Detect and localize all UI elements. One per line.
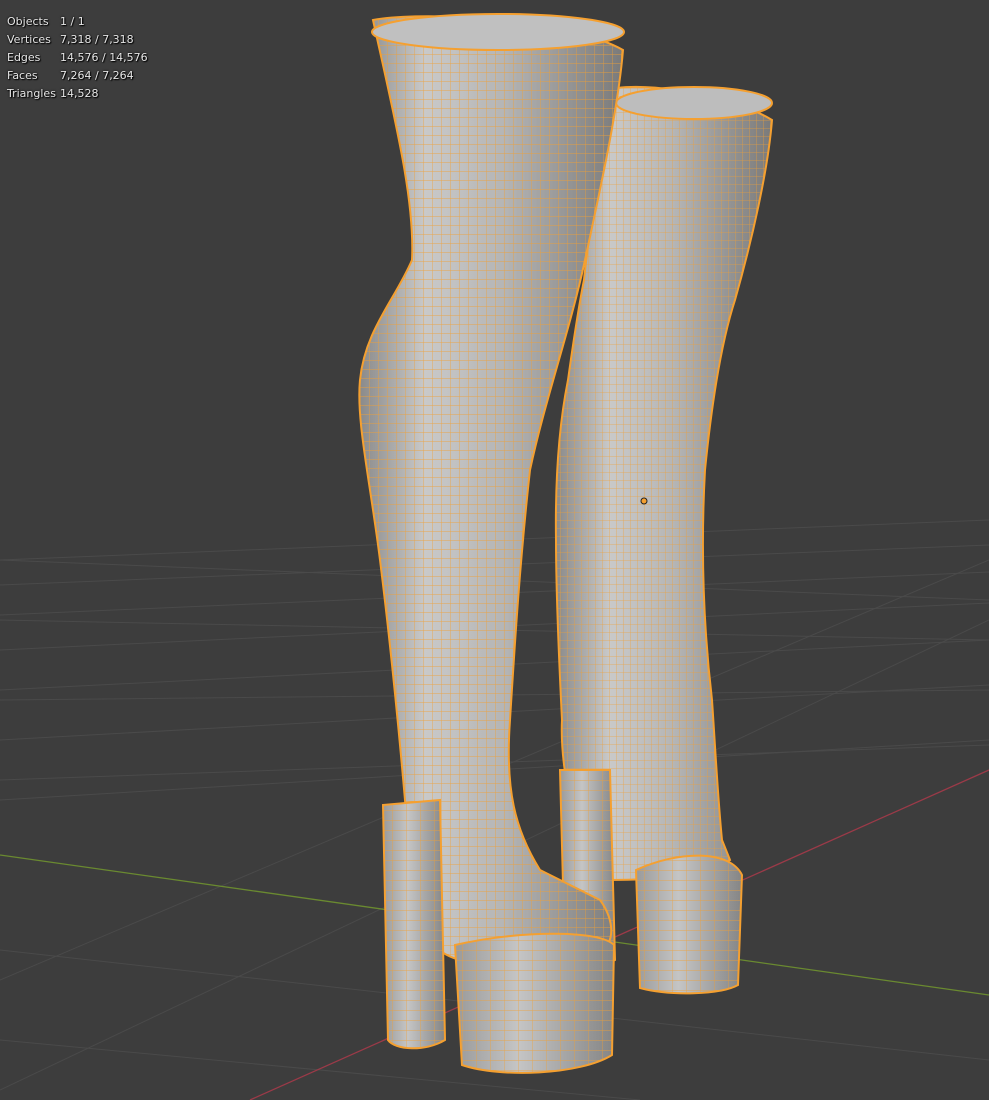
- stat-label: Vertices: [7, 33, 51, 46]
- stat-row-triangles: Triangles 14,528: [7, 85, 148, 103]
- stat-value: 7,318 / 7,318: [60, 33, 134, 46]
- 3d-viewport[interactable]: Objects 1 / 1 Vertices 7,318 / 7,318 Edg…: [0, 0, 989, 1100]
- stat-value: 7,264 / 7,264: [60, 69, 134, 82]
- stat-value: 14,528: [60, 87, 99, 100]
- statistics-overlay: Objects 1 / 1 Vertices 7,318 / 7,318 Edg…: [7, 13, 148, 103]
- stat-row-objects: Objects 1 / 1: [7, 13, 148, 31]
- stat-row-vertices: Vertices 7,318 / 7,318: [7, 31, 148, 49]
- stat-label: Edges: [7, 51, 41, 64]
- object-origin-dot[interactable]: [640, 497, 648, 505]
- stat-row-edges: Edges 14,576 / 14,576: [7, 49, 148, 67]
- stat-label: Faces: [7, 69, 38, 82]
- stat-row-faces: Faces 7,264 / 7,264: [7, 67, 148, 85]
- stat-label: Triangles: [7, 87, 56, 100]
- stat-value: 14,576 / 14,576: [60, 51, 148, 64]
- stat-value: 1 / 1: [60, 15, 85, 28]
- stat-label: Objects: [7, 15, 49, 28]
- viewport-scene[interactable]: [0, 0, 989, 1100]
